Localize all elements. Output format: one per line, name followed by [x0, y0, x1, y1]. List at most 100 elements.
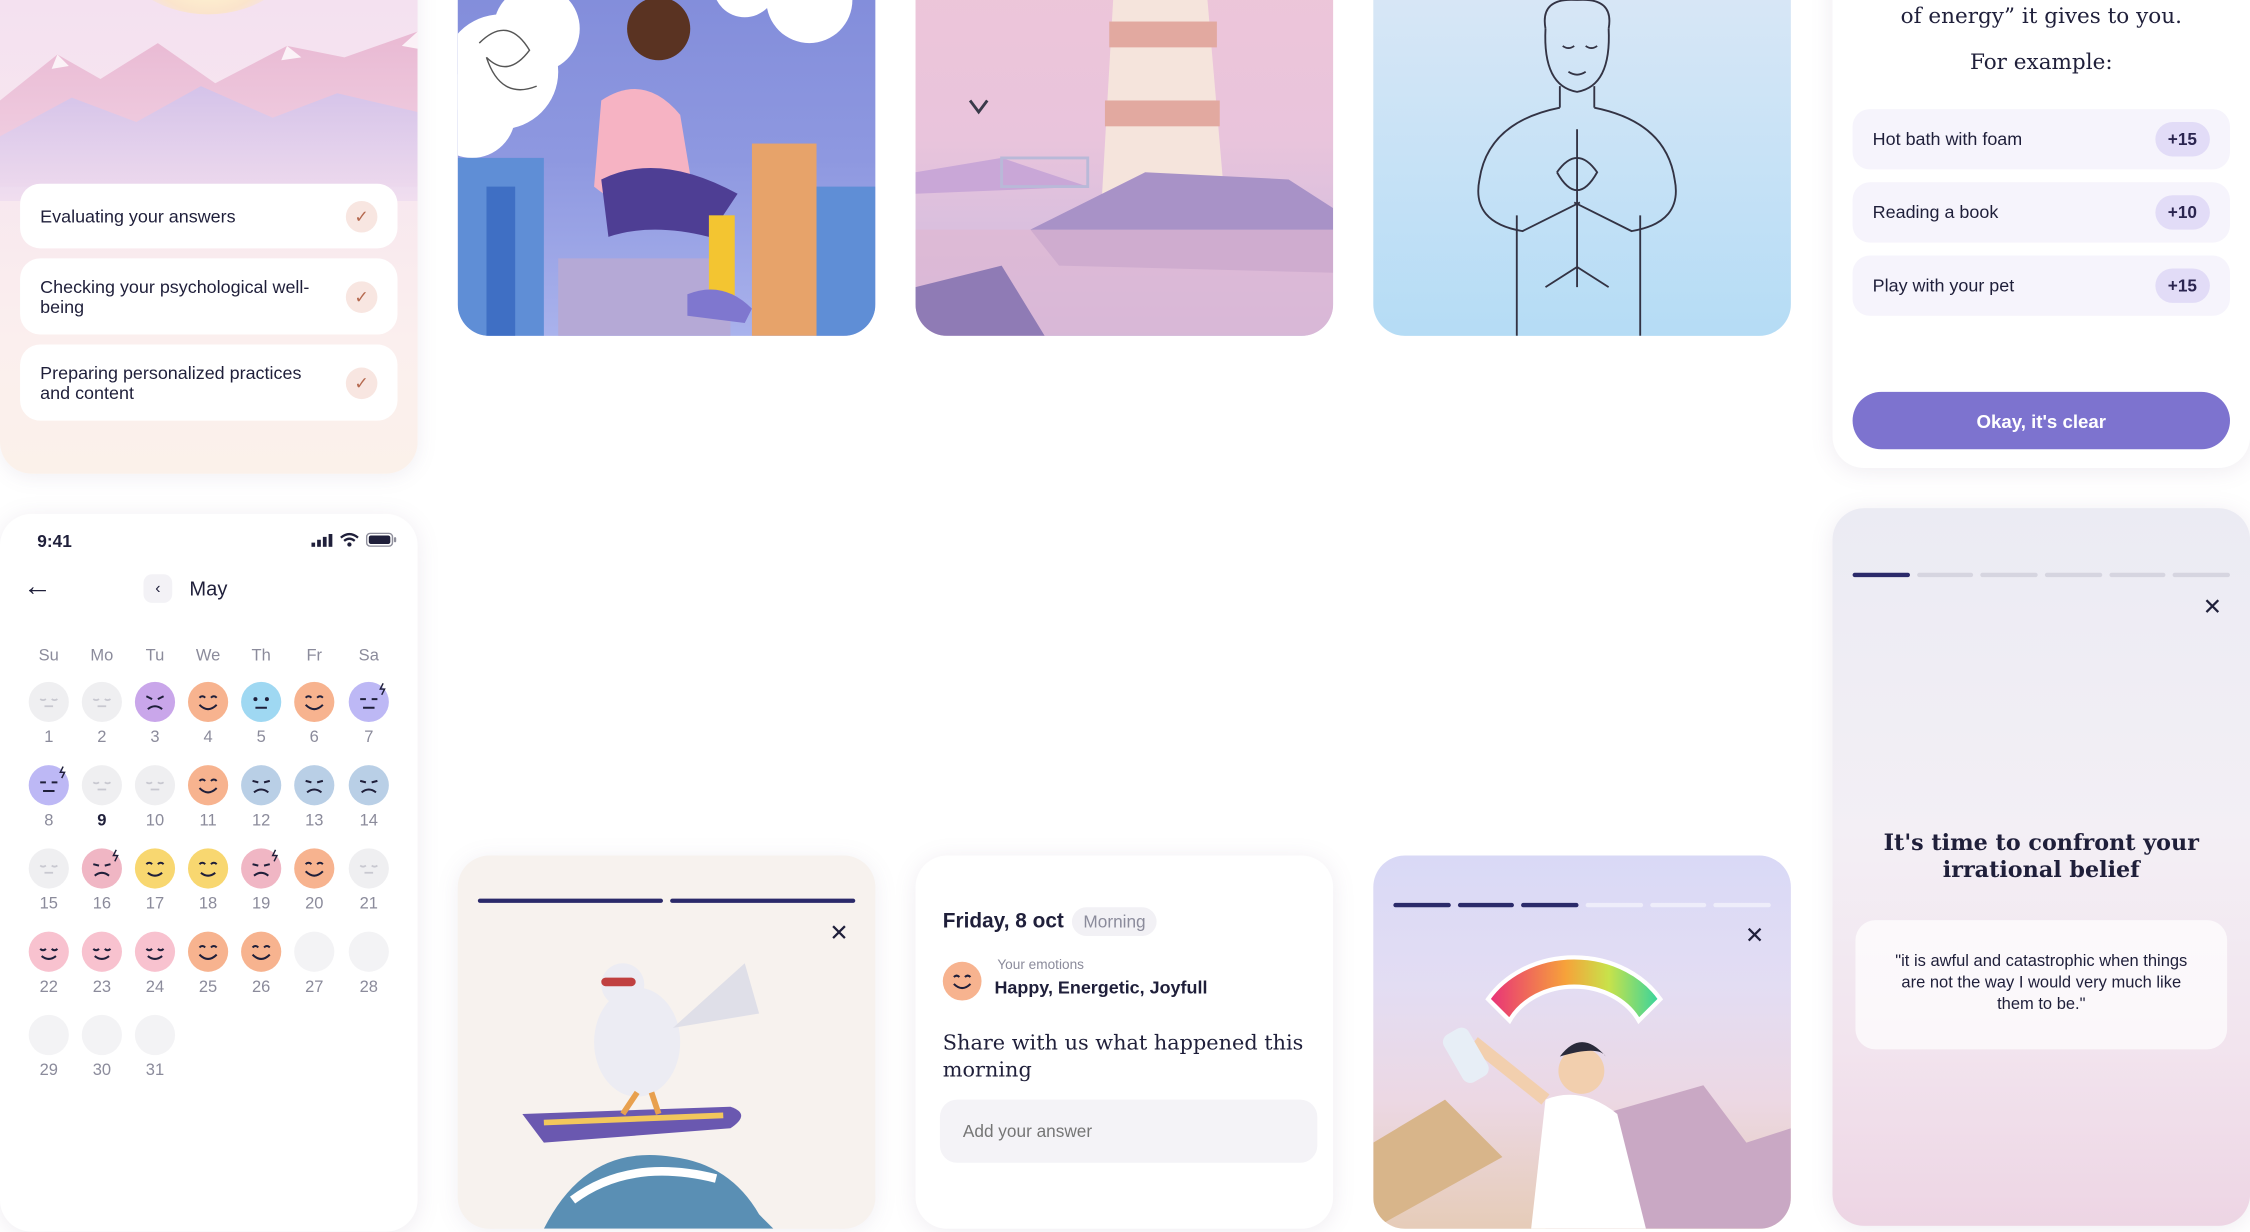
irrational-belief-screen: ✕ It's time to confront your irrational … [1832, 508, 2250, 1226]
day-number: 25 [198, 979, 218, 997]
day-number: 9 [97, 812, 107, 830]
step-label: Preparing personalized practices and con… [40, 362, 302, 403]
tired-face-icon [28, 765, 69, 806]
energy-item: Reading a book +10 [1852, 182, 2230, 243]
calendar-day[interactable]: 10 [133, 765, 176, 840]
calendar-day[interactable]: 11 [187, 765, 230, 840]
seagull-surf-illustration [522, 963, 774, 1229]
empty-mood-icon [134, 1014, 176, 1056]
calendar-day[interactable]: 13 [293, 765, 336, 840]
day-number: 7 [364, 729, 374, 747]
calendar-day[interactable]: 4 [187, 681, 230, 757]
analysis-progress-card: Evaluating your answers ✓ Checking your … [0, 0, 418, 474]
energy-value-badge: +15 [2154, 268, 2210, 303]
day-number: 17 [145, 895, 165, 913]
close-icon[interactable]: ✕ [2203, 596, 2222, 620]
signal-icon [311, 533, 333, 547]
calendar-day[interactable]: 18 [187, 848, 230, 923]
day-number: 18 [198, 895, 218, 913]
happy-face-icon [241, 931, 282, 972]
calendar-day[interactable]: 25 [187, 931, 230, 1007]
empty-mood-icon [81, 1014, 122, 1056]
design-board: Evaluating your answers ✓ Checking your … [0, 0, 2250, 1232]
okay-clear-button[interactable]: Okay, it's clear [1852, 391, 2230, 450]
calendar-day[interactable]: 6 [293, 681, 336, 757]
energy-item-label: Play with your pet [1872, 275, 2015, 296]
calendar-day[interactable]: 20 [293, 848, 336, 923]
weekday-label: Fr [306, 647, 323, 665]
step-label: Evaluating your answers [40, 205, 236, 227]
lighthouse-art [915, 0, 1334, 336]
day-number: 12 [251, 812, 271, 830]
breathing-person-illustration [1373, 0, 1791, 336]
energy-value-badge: +15 [2154, 122, 2210, 157]
step-preparing: Preparing personalized practices and con… [20, 344, 398, 421]
calendar-day[interactable]: 29 [27, 1014, 70, 1090]
day-number: 15 [39, 895, 58, 913]
teen-art [457, 0, 876, 336]
day-number: 29 [39, 1062, 58, 1080]
calendar-day[interactable]: 9 [80, 765, 123, 840]
calendar-day[interactable]: 27 [293, 931, 336, 1007]
calendar-day[interactable]: 19 [240, 848, 283, 923]
day-number: 2 [97, 729, 107, 747]
energy-item: Hot bath with foam +15 [1852, 109, 2230, 170]
calendar-day[interactable]: 26 [240, 931, 283, 1007]
angry-face-icon [134, 681, 176, 723]
calendar-day[interactable]: 23 [80, 931, 123, 1007]
progress-segment [2044, 572, 2102, 578]
day-number: 10 [145, 812, 165, 830]
energy-title: of energy” it gives to you. [1900, 2, 2182, 29]
calendar-day[interactable]: 3 [133, 681, 176, 757]
calendar-day[interactable]: 30 [80, 1014, 123, 1090]
example-label: For example: [1969, 48, 2113, 75]
calendar-day[interactable]: 24 [133, 931, 176, 1007]
calendar-day[interactable]: 15 [27, 848, 70, 923]
calendar-day[interactable]: 31 [133, 1014, 176, 1090]
content-face-icon [187, 848, 229, 889]
calendar-day[interactable]: 16 [80, 848, 123, 923]
wifi-icon [340, 532, 359, 547]
journal-prompt: Share with us what happened this morning [942, 1032, 1304, 1083]
time-of-day-tag: Morning [1071, 907, 1158, 936]
weekday-label: Sa [358, 647, 379, 665]
check-icon: ✓ [345, 200, 378, 232]
day-number: 8 [44, 812, 54, 830]
chevron-left-icon[interactable]: ‹ [143, 574, 173, 603]
back-arrow-icon[interactable]: ← [23, 571, 52, 604]
day-number: 23 [92, 979, 112, 997]
calendar-day[interactable]: 22 [27, 931, 70, 1007]
calendar-day[interactable]: 7 [347, 681, 390, 757]
step-label: Checking your psychological well-being [40, 276, 310, 317]
person-outline-art [1477, 0, 1677, 336]
day-number: 27 [305, 979, 324, 997]
none-face-icon [28, 848, 69, 889]
calendar-day[interactable]: 28 [347, 931, 390, 1007]
empty-mood-icon [28, 1014, 69, 1056]
content-face-icon [134, 848, 176, 889]
happy-face-icon [294, 848, 335, 889]
sad-face-icon [348, 765, 389, 806]
calm-face-icon [134, 931, 176, 972]
day-number: 16 [92, 895, 112, 913]
none-face-icon [81, 681, 122, 723]
calendar-day[interactable]: 12 [240, 765, 283, 840]
day-number: 14 [359, 812, 378, 830]
calendar-day[interactable]: 2 [80, 681, 123, 757]
gauge-illustration [1373, 955, 1791, 1229]
calendar-day[interactable]: 17 [133, 848, 176, 923]
calendar-day[interactable]: 8 [27, 765, 70, 840]
calendar-day[interactable]: 14 [347, 765, 390, 840]
surfing-seagull-screen: ✕ [457, 855, 876, 1229]
day-number: 24 [145, 979, 165, 997]
calendar-day[interactable]: 5 [240, 681, 283, 757]
belief-title: It's time to confront your irrational be… [1883, 828, 2199, 883]
calendar-day[interactable]: 1 [27, 681, 70, 757]
day-number: 31 [145, 1062, 165, 1080]
calendar-day[interactable]: 21 [347, 848, 390, 923]
battery-icon [365, 532, 397, 547]
sad-face-icon [241, 765, 282, 806]
answer-input[interactable] [939, 1099, 1318, 1163]
happy-face-icon [953, 974, 972, 990]
status-icons [311, 532, 397, 547]
